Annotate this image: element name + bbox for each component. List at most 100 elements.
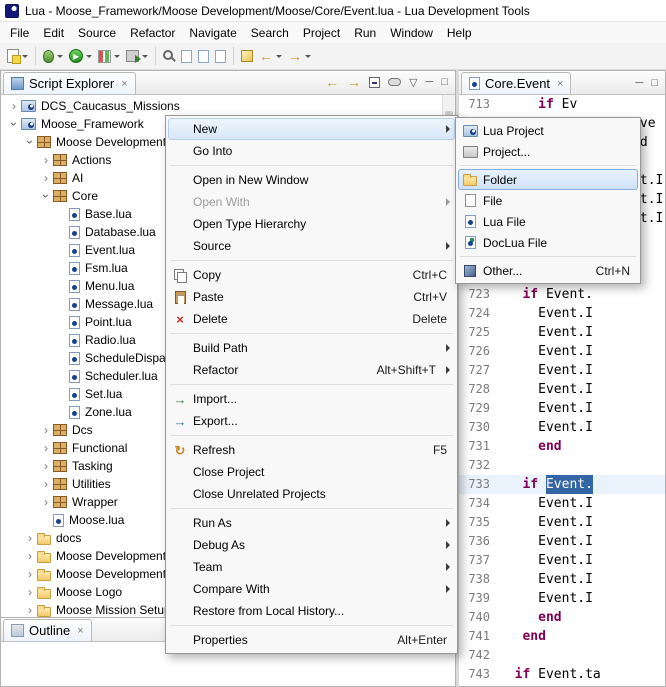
code-line[interactable]: 737 Event.I bbox=[459, 551, 665, 570]
new-wizard-button[interactable] bbox=[4, 45, 31, 67]
new-lua-file-button[interactable] bbox=[195, 45, 212, 67]
collapse-all-icon[interactable] bbox=[369, 77, 380, 88]
menu-item-close-project[interactable]: Close Project bbox=[168, 461, 455, 483]
code-line[interactable]: 723 if Event. bbox=[459, 285, 665, 304]
toggle-mark-occurrences-button[interactable] bbox=[212, 45, 229, 67]
menu-edit[interactable]: Edit bbox=[36, 24, 71, 42]
twisty-expanded-icon[interactable]: › bbox=[24, 135, 36, 149]
menu-item-paste[interactable]: PasteCtrl+V bbox=[168, 286, 455, 308]
submenu-item-lua-project[interactable]: Lua Project bbox=[458, 120, 638, 141]
submenu-item-lua-file[interactable]: Lua File bbox=[458, 211, 638, 232]
code-line[interactable]: 734 Event.I bbox=[459, 494, 665, 513]
code-line[interactable]: 738 Event.I bbox=[459, 570, 665, 589]
code-line[interactable]: 724 Event.I bbox=[459, 304, 665, 323]
code-line[interactable]: 727 Event.I bbox=[459, 361, 665, 380]
submenu-item-file[interactable]: File bbox=[458, 190, 638, 211]
code-line[interactable]: 732 bbox=[459, 456, 665, 475]
menu-item-go-into[interactable]: Go Into bbox=[168, 140, 455, 162]
tab-core-event[interactable]: Core.Event × bbox=[461, 72, 571, 94]
menu-item-source[interactable]: Source bbox=[168, 235, 455, 257]
minimize-icon[interactable]: ─ bbox=[426, 76, 434, 88]
menu-item-compare-with[interactable]: Compare With bbox=[168, 578, 455, 600]
menu-item-close-unrelated-projects[interactable]: Close Unrelated Projects bbox=[168, 483, 455, 505]
view-menu-icon[interactable]: ▽ bbox=[409, 76, 417, 89]
code-line[interactable]: 713 if Ev bbox=[459, 95, 665, 114]
twisty-collapsed-icon[interactable]: › bbox=[39, 424, 53, 436]
menu-item-refresh[interactable]: ↻RefreshF5 bbox=[168, 439, 455, 461]
menu-item-build-path[interactable]: Build Path bbox=[168, 337, 455, 359]
twisty-collapsed-icon[interactable]: › bbox=[39, 442, 53, 454]
code-line[interactable]: 726 Event.I bbox=[459, 342, 665, 361]
menu-item-restore-from-local-history[interactable]: Restore from Local History... bbox=[168, 600, 455, 622]
search-button[interactable] bbox=[160, 45, 178, 67]
twisty-collapsed-icon[interactable]: › bbox=[39, 154, 53, 166]
code-line[interactable]: 739 Event.I bbox=[459, 589, 665, 608]
submenu-item-doclua-file[interactable]: DocLua File bbox=[458, 232, 638, 253]
code-line[interactable]: 725 Event.I bbox=[459, 323, 665, 342]
code-line[interactable]: 736 Event.I bbox=[459, 532, 665, 551]
menu-file[interactable]: File bbox=[3, 24, 36, 42]
menu-item-run-as[interactable]: Run As bbox=[168, 512, 455, 534]
twisty-collapsed-icon[interactable]: › bbox=[39, 496, 53, 508]
run-button[interactable]: ▶ bbox=[66, 45, 95, 67]
maximize-icon[interactable]: □ bbox=[651, 77, 658, 89]
menu-refactor[interactable]: Refactor bbox=[123, 24, 182, 42]
external-tools-button[interactable] bbox=[123, 45, 151, 67]
twisty-expanded-icon[interactable]: › bbox=[8, 117, 20, 131]
code-line[interactable]: 742 bbox=[459, 646, 665, 665]
menu-item-team[interactable]: Team bbox=[168, 556, 455, 578]
code-line[interactable]: 740 end bbox=[459, 608, 665, 627]
forward-button[interactable]: → bbox=[285, 45, 314, 67]
code-line[interactable]: 731 end bbox=[459, 437, 665, 456]
close-icon[interactable]: × bbox=[557, 78, 563, 90]
close-icon[interactable]: × bbox=[121, 78, 127, 90]
submenu-item-project[interactable]: Project... bbox=[458, 141, 638, 162]
twisty-collapsed-icon[interactable]: › bbox=[23, 532, 37, 544]
twisty-collapsed-icon[interactable]: › bbox=[23, 550, 37, 562]
code-line[interactable]: 743 if Event.ta bbox=[459, 665, 665, 684]
menu-search[interactable]: Search bbox=[244, 24, 296, 42]
code-line[interactable]: 728 Event.I bbox=[459, 380, 665, 399]
menu-item-refactor[interactable]: RefactorAlt+Shift+T bbox=[168, 359, 455, 381]
menu-item-debug-as[interactable]: Debug As bbox=[168, 534, 455, 556]
menu-item-import[interactable]: →Import... bbox=[168, 388, 455, 410]
twisty-collapsed-icon[interactable]: › bbox=[23, 568, 37, 580]
tab-script-explorer[interactable]: Script Explorer × bbox=[3, 72, 136, 94]
back-button[interactable]: ← bbox=[256, 45, 285, 67]
submenu-item-other[interactable]: Other...Ctrl+N bbox=[458, 260, 638, 281]
forward-icon[interactable]: → bbox=[347, 75, 361, 89]
twisty-collapsed-icon[interactable]: › bbox=[39, 172, 53, 184]
current-code-line[interactable]: 733 if Event. bbox=[459, 475, 665, 494]
twisty-collapsed-icon[interactable]: › bbox=[23, 586, 37, 598]
menu-project[interactable]: Project bbox=[296, 24, 347, 42]
link-with-editor-icon[interactable] bbox=[388, 78, 401, 86]
code-line[interactable]: 735 Event.I bbox=[459, 513, 665, 532]
code-line[interactable]: 729 Event.I bbox=[459, 399, 665, 418]
menu-item-open-in-new-window[interactable]: Open in New Window bbox=[168, 169, 455, 191]
submenu-item-folder[interactable]: Folder bbox=[458, 169, 638, 190]
coverage-button[interactable] bbox=[95, 45, 123, 67]
twisty-collapsed-icon[interactable]: › bbox=[23, 604, 37, 616]
last-edit-location-button[interactable] bbox=[238, 45, 256, 67]
menu-source[interactable]: Source bbox=[71, 24, 123, 42]
menu-item-open-type-hierarchy[interactable]: Open Type Hierarchy bbox=[168, 213, 455, 235]
menu-item-new[interactable]: New bbox=[168, 118, 455, 140]
menu-item-delete[interactable]: ×DeleteDelete bbox=[168, 308, 455, 330]
code-line[interactable]: 730 Event.I bbox=[459, 418, 665, 437]
maximize-icon[interactable]: □ bbox=[441, 76, 448, 88]
menu-help[interactable]: Help bbox=[440, 24, 479, 42]
back-icon[interactable]: ← bbox=[325, 75, 339, 89]
menu-window[interactable]: Window bbox=[383, 24, 440, 42]
menu-item-open-with[interactable]: Open With bbox=[168, 191, 455, 213]
tree-item-dcs-caucasus-missions[interactable]: ›DCS_Caucasus_Missions bbox=[1, 97, 455, 115]
tab-outline[interactable]: Outline × bbox=[3, 619, 92, 641]
menu-item-copy[interactable]: CopyCtrl+C bbox=[168, 264, 455, 286]
open-element-button[interactable] bbox=[178, 45, 195, 67]
twisty-collapsed-icon[interactable]: › bbox=[7, 100, 21, 112]
menu-run[interactable]: Run bbox=[347, 24, 383, 42]
menu-item-export[interactable]: →Export... bbox=[168, 410, 455, 432]
twisty-collapsed-icon[interactable]: › bbox=[39, 478, 53, 490]
twisty-collapsed-icon[interactable]: › bbox=[39, 460, 53, 472]
code-line[interactable]: 741 end bbox=[459, 627, 665, 646]
twisty-expanded-icon[interactable]: › bbox=[40, 189, 52, 203]
